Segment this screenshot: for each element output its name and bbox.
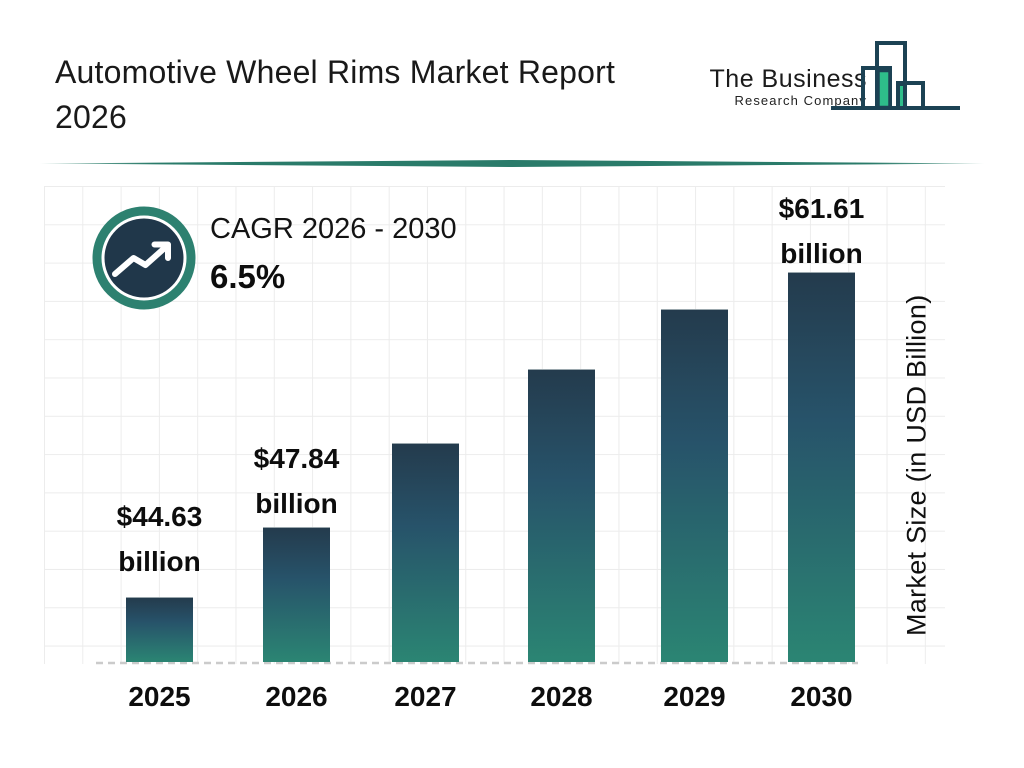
cagr-value: 6.5%: [210, 258, 285, 296]
bar-value-label-2026: $47.84billion: [212, 436, 382, 526]
bar-value-label-2030: $61.61billion: [737, 186, 907, 276]
bar-2027: [392, 443, 459, 662]
cagr-period-label: CAGR 2026 - 2030: [210, 213, 457, 246]
trending-up-icon: [92, 206, 196, 310]
bar-2025: [126, 597, 193, 662]
x-tick-2025: 2025: [95, 681, 225, 713]
bar-2028: [528, 369, 595, 662]
x-tick-2027: 2027: [361, 681, 491, 713]
x-tick-2030: 2030: [757, 681, 887, 713]
bar-2026: [263, 527, 330, 662]
x-tick-2026: 2026: [232, 681, 362, 713]
bar-2030: [788, 272, 855, 662]
y-axis-label: Market Size (in USD Billion): [896, 276, 938, 654]
report-page: Automotive Wheel Rims Market Report 2026…: [0, 0, 1024, 768]
x-tick-2029: 2029: [630, 681, 760, 713]
bar-2029: [661, 309, 728, 662]
x-tick-2028: 2028: [497, 681, 627, 713]
